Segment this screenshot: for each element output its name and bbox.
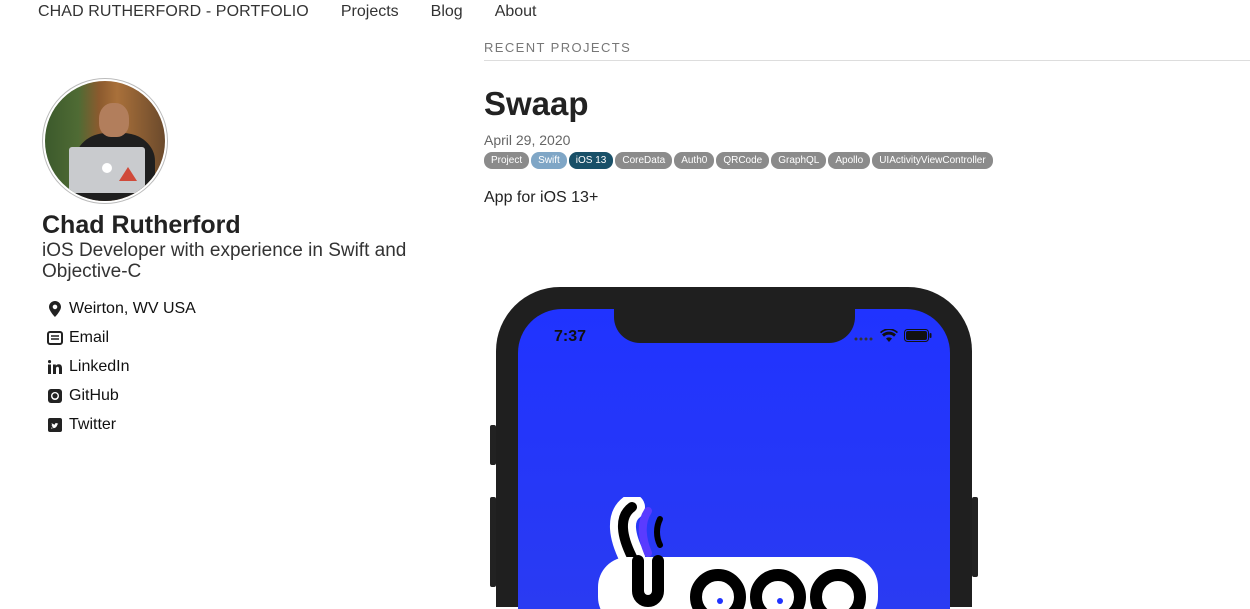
cellular-signal-icon: [854, 329, 874, 347]
link-label: GitHub: [69, 386, 119, 404]
tag-swift[interactable]: Swift: [531, 152, 567, 169]
phone-side-button: [490, 425, 496, 465]
nav-link-blog[interactable]: Blog: [431, 3, 463, 21]
github-icon: [47, 388, 63, 404]
phone-side-button: [972, 497, 978, 577]
link-email[interactable]: Email: [42, 323, 442, 352]
tag-auth0[interactable]: Auth0: [674, 152, 715, 169]
profile-sidebar: Chad Rutherford iOS Developer with exper…: [42, 78, 442, 439]
link-twitter[interactable]: Twitter: [42, 410, 442, 439]
top-nav: CHAD RUTHERFORD - PORTFOLIO Projects Blo…: [38, 0, 569, 24]
nav-link-about[interactable]: About: [495, 3, 537, 21]
profile-links: Weirton, WV USA Email LinkedIn GitHub Tw…: [42, 294, 442, 439]
link-label: Weirton, WV USA: [69, 299, 196, 317]
avatar-figure-head: [99, 103, 129, 137]
avatar-photo: [45, 81, 165, 201]
nav-link-projects[interactable]: Projects: [341, 3, 399, 21]
wifi-icon: [880, 328, 898, 347]
profile-name: Chad Rutherford: [42, 211, 241, 239]
phone-screen: 7:37: [518, 309, 950, 609]
tag-graphql[interactable]: GraphQL: [771, 152, 827, 169]
phone-status-icons: [854, 328, 932, 347]
phone-mockup-image: 7:37: [490, 287, 978, 609]
section-title: RECENT PROJECTS: [484, 40, 1250, 61]
phone-status-time: 7:37: [554, 328, 587, 345]
tag-project[interactable]: Project: [484, 152, 530, 169]
linkedin-icon: [47, 359, 63, 375]
link-label: LinkedIn: [69, 357, 130, 375]
post-date: April 29, 2020: [484, 132, 571, 148]
tag-list: Project Swift iOS 13 CoreData Auth0 QRCo…: [484, 152, 1250, 169]
tag-ios-13[interactable]: iOS 13: [568, 152, 614, 169]
link-github[interactable]: GitHub: [42, 381, 442, 410]
phone-side-button: [490, 497, 496, 587]
site-brand[interactable]: CHAD RUTHERFORD - PORTFOLIO: [38, 3, 309, 21]
link-location[interactable]: Weirton, WV USA: [42, 294, 442, 323]
phone-notch: [614, 309, 855, 343]
post-summary: App for iOS 13+: [484, 189, 599, 206]
link-linkedin[interactable]: LinkedIn: [42, 352, 442, 381]
profile-bio: iOS Developer with experience in Swift a…: [42, 240, 407, 282]
tag-coredata[interactable]: CoreData: [615, 152, 673, 169]
avatar-laptop-sticker: [119, 167, 137, 181]
avatar: [42, 78, 168, 204]
email-icon: [47, 330, 63, 346]
tag-uiactivityviewcontroller[interactable]: UIActivityViewController: [872, 152, 993, 169]
twitter-icon: [47, 417, 63, 433]
swaap-logo-icon: [598, 494, 898, 609]
main-content: RECENT PROJECTS Swaap April 29, 2020 Pro…: [484, 40, 1250, 207]
link-label: Email: [69, 328, 110, 346]
tag-qrcode[interactable]: QRCode: [716, 152, 770, 169]
battery-icon: [904, 329, 932, 347]
location-pin-icon: [47, 300, 63, 317]
tag-apollo[interactable]: Apollo: [828, 152, 871, 169]
avatar-laptop-logo: [102, 163, 112, 173]
link-label: Twitter: [69, 415, 117, 433]
post-title[interactable]: Swaap: [484, 85, 1250, 123]
